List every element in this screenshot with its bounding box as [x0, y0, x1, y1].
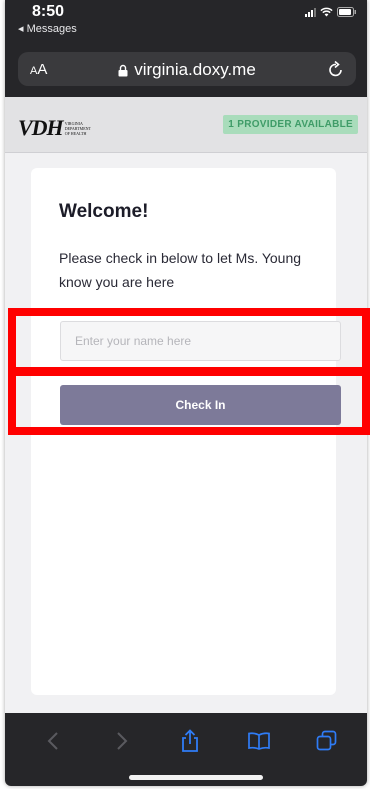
provider-available-badge: 1 PROVIDER AVAILABLE [223, 115, 358, 134]
forward-arrow-icon[interactable] [108, 727, 136, 755]
url-display[interactable]: virginia.doxy.me [18, 60, 356, 82]
back-to-messages-link[interactable]: ◂ Messages [18, 22, 77, 35]
tabs-icon[interactable] [313, 727, 341, 755]
status-icons [305, 7, 357, 17]
address-bar[interactable]: AA virginia.doxy.me [18, 52, 356, 86]
bookmarks-icon[interactable] [245, 727, 273, 755]
lock-icon [118, 62, 128, 82]
logo-subtext: Virginia Department of Health [64, 120, 91, 136]
checkin-instructions: Please check in below to let Ms. Young k… [59, 250, 302, 290]
home-indicator[interactable] [129, 775, 263, 780]
name-input[interactable] [60, 321, 341, 361]
logo-mark: VDH [18, 115, 64, 140]
checkin-card: Welcome! Please check in below to let Ms… [31, 168, 341, 695]
browser-toolbar [5, 713, 367, 786]
back-arrow-icon[interactable] [39, 727, 67, 755]
url-text: virginia.doxy.me [134, 60, 256, 79]
wifi-icon [320, 7, 333, 17]
reload-icon[interactable] [328, 60, 344, 83]
status-time: 8:50 [32, 3, 65, 20]
browser-top-bar: 8:50 ◂ Messages AA virginia.doxy.me [5, 0, 367, 97]
phone-screen: 8:50 ◂ Messages AA virginia.doxy.me VDH … [5, 0, 367, 786]
battery-icon [337, 7, 357, 17]
welcome-heading: Welcome! [59, 201, 149, 222]
vdh-logo: VDH Virginia Department of Health [18, 115, 97, 141]
signal-icon [305, 7, 316, 17]
site-header: VDH Virginia Department of Health 1 PROV… [5, 97, 367, 153]
check-in-button[interactable]: Check In [60, 385, 341, 425]
share-icon[interactable] [176, 727, 204, 755]
